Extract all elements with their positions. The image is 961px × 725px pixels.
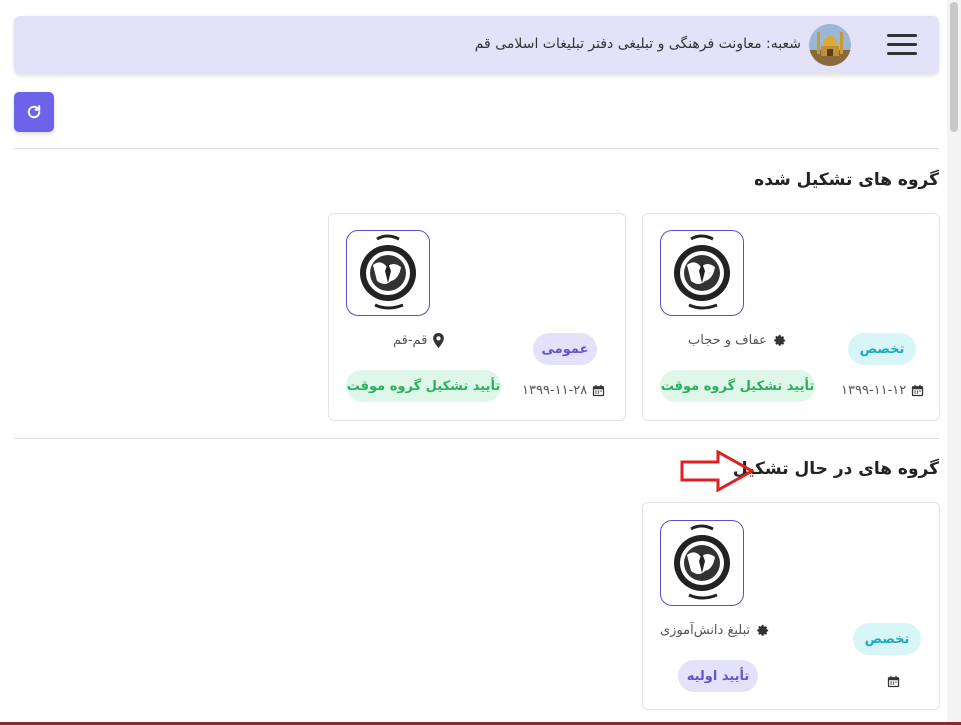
type-badge: عمومی (533, 333, 597, 365)
topic-label: عفاف و حجاب (688, 333, 767, 348)
section-title-formed: گروه های تشکیل شده (754, 170, 939, 190)
status-badge: تأیید تشکیل گروه موقت (346, 370, 501, 402)
status-badge: تأیید اولیه (678, 660, 758, 692)
type-badge: تخصص (853, 623, 921, 655)
scrollbar-thumb[interactable] (950, 2, 958, 132)
organization-logo (660, 230, 744, 316)
section-title-forming: گروه های در حال تشکیل (732, 459, 939, 479)
branch-label: شعبه: معاونت فرهنگی و تبلیغی دفتر تبلیغا… (474, 36, 801, 52)
group-card[interactable]: تخصص عفاف و حجاب ۱۳۹۹-۱۱-۱۲ تأیید تشکیل … (642, 213, 940, 421)
calendar-icon (887, 675, 900, 688)
refresh-button[interactable] (14, 92, 54, 132)
red-arrow-annotation (680, 450, 754, 492)
topic-meta: تبلیغ دانش‌آموزی (660, 623, 770, 638)
date-meta: ۱۳۹۹-۱۱-۲۸ (522, 383, 606, 398)
organization-logo (346, 230, 430, 316)
date-label: ۱۳۹۹-۱۱-۲۸ (522, 383, 588, 398)
group-card[interactable]: تخصص تبلیغ دانش‌آموزی تأیید اولیه (642, 502, 940, 710)
gear-icon (757, 624, 769, 636)
date-meta: ۱۳۹۹-۱۱-۱۲ (841, 383, 925, 398)
divider (14, 148, 939, 149)
divider (14, 438, 939, 439)
location-pin-icon (433, 333, 445, 348)
location-label: قم-قم (393, 333, 428, 348)
top-navbar: شعبه: معاونت فرهنگی و تبلیغی دفتر تبلیغا… (14, 16, 939, 74)
gear-icon (774, 334, 786, 346)
page-scrollbar[interactable] (947, 0, 961, 725)
location-meta: قم-قم (393, 333, 445, 348)
group-card[interactable]: عمومی قم-قم ۱۳۹۹-۱۱-۲۸ تأیید تشکیل گروه … (328, 213, 626, 421)
date-label: ۱۳۹۹-۱۱-۱۲ (841, 383, 907, 398)
topic-label: تبلیغ دانش‌آموزی (660, 623, 751, 638)
calendar-icon (593, 384, 605, 397)
organization-logo (660, 520, 744, 606)
topic-meta: عفاف و حجاب (688, 333, 787, 348)
status-badge: تأیید تشکیل گروه موقت (660, 370, 815, 402)
hamburger-icon[interactable] (887, 32, 917, 58)
date-meta (882, 674, 901, 689)
type-badge: تخصص (848, 333, 916, 365)
calendar-icon (912, 384, 924, 397)
refresh-icon (27, 105, 41, 119)
avatar (809, 24, 851, 66)
